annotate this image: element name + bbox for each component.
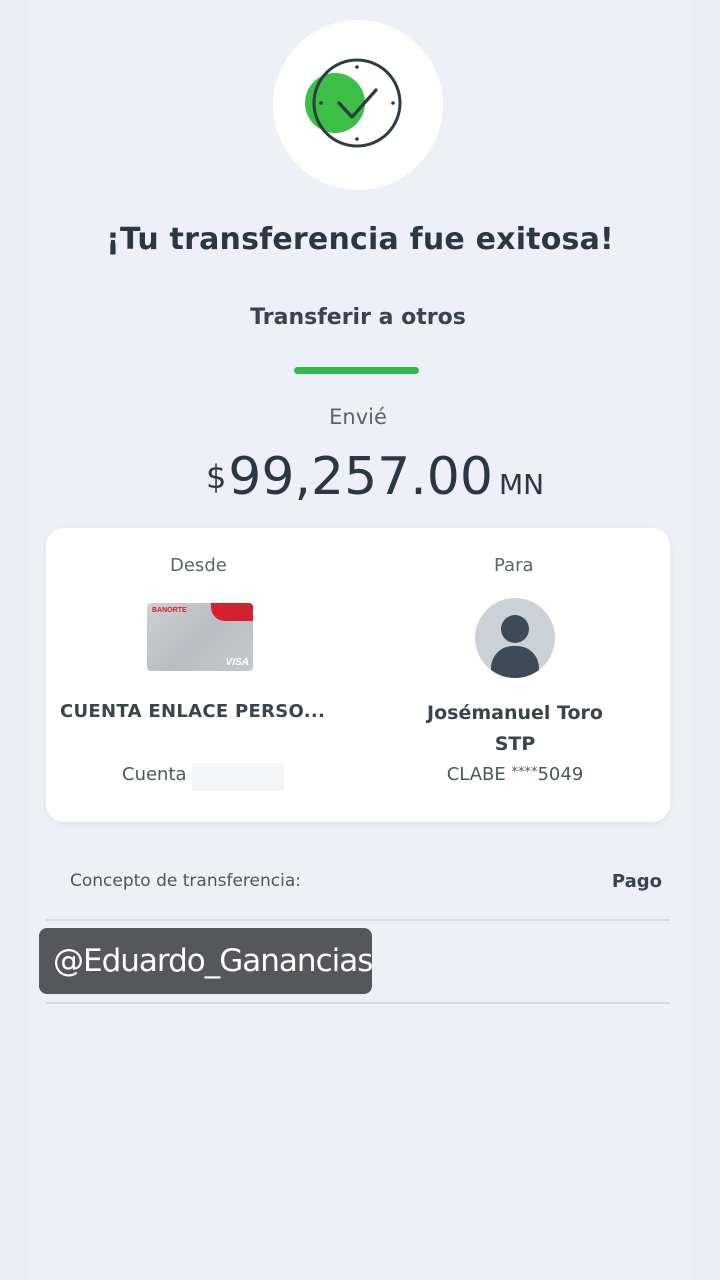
page-title: ¡Tu transferencia fue exitosa! — [106, 222, 614, 257]
source-account-name: CUENTA ENLACE PERSO... — [60, 701, 326, 722]
transfer-type-title: Transferir a otros — [250, 305, 466, 330]
sent-label: Envié — [329, 405, 387, 429]
amount-value: 99,257.00 — [228, 447, 493, 507]
divider — [46, 1002, 670, 1004]
recipient-clabe: CLABE ****5049 — [386, 764, 644, 785]
to-label: Para — [494, 555, 534, 576]
bank-card-image: BANORTE VISA — [147, 603, 253, 671]
source-account-label: Cuenta — [122, 764, 187, 785]
currency-symbol: $ — [205, 458, 227, 496]
card-stripe — [211, 603, 253, 621]
clabe-mask: **** — [511, 765, 538, 780]
clabe-label: CLABE — [446, 764, 506, 785]
watermark-tag: @Eduardo_Ganancias — [39, 928, 373, 994]
concept-value: Pago — [611, 871, 662, 892]
accent-divider — [294, 367, 419, 374]
divider — [46, 919, 670, 921]
clabe-last-digits: 5049 — [537, 764, 584, 785]
card-brand: BANORTE — [152, 607, 187, 614]
from-label: Desde — [170, 555, 227, 576]
success-badge — [273, 20, 443, 190]
card-network: VISA — [225, 657, 249, 668]
transfer-amount: $99,257.00 MN — [0, 447, 720, 507]
concept-label: Concepto de transferencia: — [70, 871, 301, 891]
recipient-bank: STP — [494, 733, 536, 755]
recipient-name: Josémanuel Toro — [427, 702, 603, 724]
redacted-account-number — [192, 763, 284, 791]
currency-code: MN — [498, 468, 545, 501]
user-avatar-icon — [475, 598, 555, 678]
transfer-details-card: Desde BANORTE VISA CUENTA ENLACE PERSO..… — [46, 528, 670, 822]
clock-check-icon — [305, 58, 402, 148]
